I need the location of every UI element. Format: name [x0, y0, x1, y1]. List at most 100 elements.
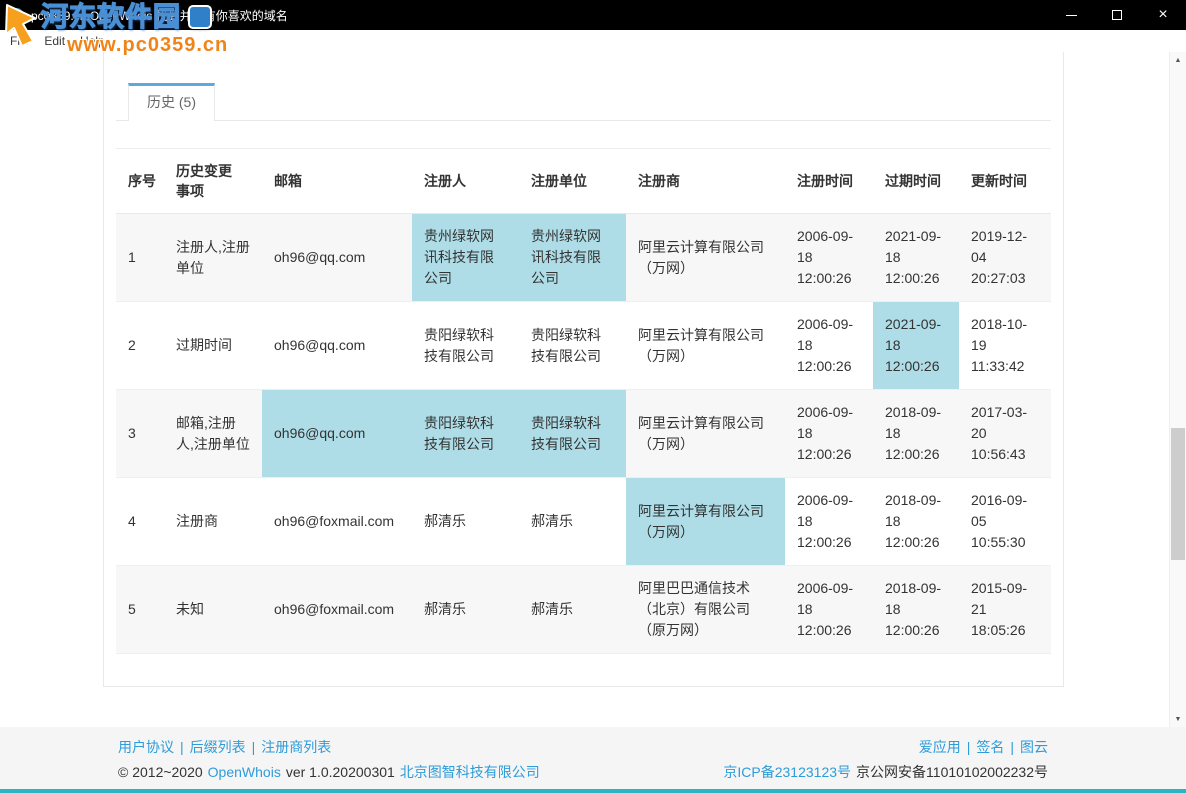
site-watermark: 河东软件园 www.pc0359.cn: [3, 1, 228, 57]
cell-reg-time: 2006-09-18 12:00:26: [785, 302, 873, 390]
cell-email: oh96@foxmail.com: [262, 478, 412, 566]
footer-links-left: 用户协议|后缀列表|注册商列表: [118, 735, 545, 760]
footer-links-right: 爱应用 | 签名 | 图云: [718, 735, 1048, 760]
cell-email: oh96@qq.com: [262, 214, 412, 302]
cell-expire-time: 2018-09-18 12:00:26: [873, 390, 959, 478]
maximize-icon: [1112, 10, 1122, 20]
footer-link-registrar-list[interactable]: 注册商列表: [261, 739, 331, 755]
company-link[interactable]: 北京图智科技有限公司: [400, 764, 540, 780]
cell-registrant: 郝清乐: [412, 478, 519, 566]
table-row: 2 过期时间 oh96@qq.com 贵阳绿软科技有限公司 贵阳绿软科技有限公司…: [116, 302, 1051, 390]
header-registrant: 注册人: [412, 149, 519, 214]
table-header-row: 序号 历史变更事项 邮箱 注册人 注册单位 注册商 注册时间 过期时间 更新时间: [116, 149, 1051, 214]
cell-update-time: 2017-03-20 10:56:43: [959, 390, 1051, 478]
cell-email: oh96@foxmail.com: [262, 566, 412, 654]
footer-link-user-agreement[interactable]: 用户协议: [118, 739, 174, 755]
header-reg-time: 注册时间: [785, 149, 873, 214]
history-card: 历史 (5) 序号 历史变更事项 邮箱 注册人 注册单位 注册商 注册时间 过期…: [103, 52, 1064, 687]
cell-reg-time: 2006-09-18 12:00:26: [785, 214, 873, 302]
header-update-time: 更新时间: [959, 149, 1051, 214]
cell-no: 2: [116, 302, 164, 390]
cell-org: 贵州绿软网讯科技有限公司: [519, 214, 626, 302]
cell-no: 3: [116, 390, 164, 478]
footer-copyright: © 2012~2020 OpenWhois ver 1.0.20200301 北京图智…: [118, 760, 545, 785]
header-no: 序号: [116, 149, 164, 214]
cell-no: 4: [116, 478, 164, 566]
header-expire-time: 过期时间: [873, 149, 959, 214]
cell-registrar: 阿里云计算有限公司（万网）: [626, 390, 785, 478]
cell-change: 邮箱,注册人,注册单位: [164, 390, 262, 478]
separator: |: [1010, 739, 1014, 755]
footer-left: 用户协议|后缀列表|注册商列表 © 2012~2020OpenWhoisver …: [118, 735, 545, 789]
watermark-arrow-icon: [3, 1, 39, 49]
header-change: 历史变更事项: [164, 149, 262, 214]
separator: |: [967, 739, 971, 755]
icp-link[interactable]: 京ICP备23123123号: [723, 764, 851, 780]
cell-expire-time: 2021-09-18 12:00:26: [873, 302, 959, 390]
version-text: ver 1.0.20200301: [286, 764, 395, 780]
cell-email: oh96@qq.com: [262, 302, 412, 390]
scroll-up-icon[interactable]: ▲: [1170, 52, 1186, 68]
watermark-site-name: 河东软件园: [41, 1, 181, 33]
cell-reg-time: 2006-09-18 12:00:26: [785, 566, 873, 654]
cell-update-time: 2015-09-21 18:05:26: [959, 566, 1051, 654]
cell-registrar: 阿里云计算有限公司（万网）: [626, 478, 785, 566]
minimize-icon: [1066, 15, 1077, 16]
scrollbar-thumb[interactable]: [1171, 428, 1185, 560]
cell-expire-time: 2018-09-18 12:00:26: [873, 478, 959, 566]
scroll-down-icon[interactable]: ▼: [1170, 711, 1186, 727]
cell-registrant: 贵阳绿软科技有限公司: [412, 302, 519, 390]
cell-reg-time: 2006-09-18 12:00:26: [785, 478, 873, 566]
footer-link-tuyun[interactable]: 图云: [1020, 739, 1048, 755]
footer: 用户协议 | 后缀列表 | 注册商列表 © 2012~2020 OpenWhois ver …: [0, 727, 1186, 789]
footer-link-qianming[interactable]: 签名: [976, 739, 1004, 755]
cell-expire-time: 2018-09-18 12:00:26: [873, 566, 959, 654]
cell-org: 郝清乐: [519, 478, 626, 566]
tab-history[interactable]: 历史 (5): [128, 83, 215, 121]
police-record-text: 京公网安备11010102002232号: [856, 764, 1048, 780]
cell-change: 过期时间: [164, 302, 262, 390]
cell-email: oh96@qq.com: [262, 390, 412, 478]
maximize-button[interactable]: [1094, 0, 1140, 30]
vertical-scrollbar[interactable]: ▲ ▼: [1169, 52, 1186, 727]
cell-org: 贵阳绿软科技有限公司: [519, 302, 626, 390]
cell-no: 1: [116, 214, 164, 302]
cell-registrant: 贵阳绿软科技有限公司: [412, 390, 519, 478]
table-row: 5 未知 oh96@foxmail.com 郝清乐 郝清乐 阿里巴巴通信技术（北…: [116, 566, 1051, 654]
cell-update-time: 2016-09-05 10:55:30: [959, 478, 1051, 566]
copyright-prefix: © 2012~2020: [118, 764, 203, 780]
separator: |: [252, 739, 256, 755]
cell-reg-time: 2006-09-18 12:00:26: [785, 390, 873, 478]
watermark-badge-icon: [188, 5, 212, 29]
brand-link[interactable]: OpenWhois: [208, 764, 281, 780]
watermark-site-url: www.pc0359.cn: [67, 34, 228, 57]
header-email: 邮箱: [262, 149, 412, 214]
cell-change: 注册商: [164, 478, 262, 566]
footer-link-suffix-list[interactable]: 后缀列表: [190, 739, 246, 755]
cell-no: 5: [116, 566, 164, 654]
cell-org: 贵阳绿软科技有限公司: [519, 390, 626, 478]
cell-registrant: 郝清乐: [412, 566, 519, 654]
table-row: 4 注册商 oh96@foxmail.com 郝清乐 郝清乐 阿里云计算有限公司…: [116, 478, 1051, 566]
window-controls: ×: [1048, 0, 1186, 30]
close-button[interactable]: ×: [1140, 0, 1186, 30]
table-row: 1 注册人,注册单位 oh96@qq.com 贵州绿软网讯科技有限公司 贵州绿软…: [116, 214, 1051, 302]
footer-link-aiyingyong[interactable]: 爱应用: [919, 739, 961, 755]
cell-expire-time: 2021-09-18 12:00:26: [873, 214, 959, 302]
table-row: 3 邮箱,注册人,注册单位 oh96@qq.com 贵阳绿软科技有限公司 贵阳绿…: [116, 390, 1051, 478]
header-org: 注册单位: [519, 149, 626, 214]
history-table: 序号 历史变更事项 邮箱 注册人 注册单位 注册商 注册时间 过期时间 更新时间…: [116, 148, 1051, 654]
window-bottom-accent: [0, 789, 1186, 793]
cell-registrant: 贵州绿软网讯科技有限公司: [412, 214, 519, 302]
cell-registrar: 阿里云计算有限公司（万网）: [626, 214, 785, 302]
footer-right: 爱应用 | 签名 | 图云 京ICP备23123123号京公网安备11010102002…: [718, 735, 1048, 789]
cell-update-time: 2019-12-04 20:27:03: [959, 214, 1051, 302]
close-icon: ×: [1158, 7, 1167, 23]
cell-update-time: 2018-10-19 11:33:42: [959, 302, 1051, 390]
main-content: 历史 (5) 序号 历史变更事项 邮箱 注册人 注册单位 注册商 注册时间 过期…: [0, 52, 1186, 727]
header-registrar: 注册商: [626, 149, 785, 214]
minimize-button[interactable]: [1048, 0, 1094, 30]
cell-change: 未知: [164, 566, 262, 654]
footer-icp-line: 京ICP备23123123号京公网安备11010102002232号: [718, 760, 1048, 785]
cell-registrar: 阿里云计算有限公司（万网）: [626, 302, 785, 390]
